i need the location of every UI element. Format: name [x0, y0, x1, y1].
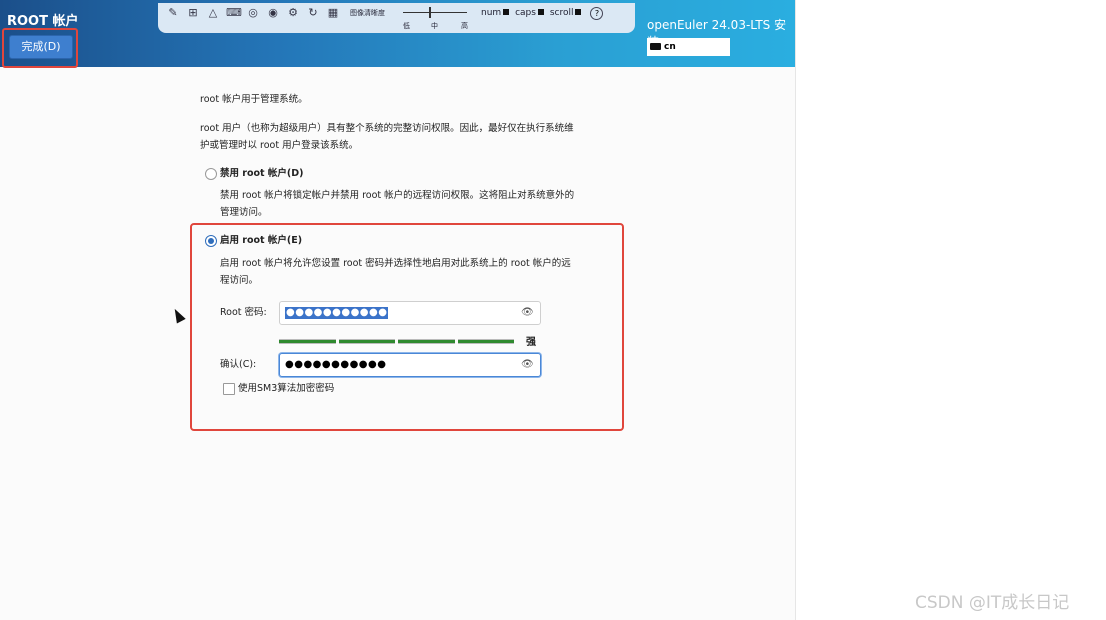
scroll-indicator: scroll — [549, 8, 574, 18]
image-quality-slider[interactable]: 低 中 高 — [403, 6, 468, 30]
show-password-icon[interactable]: 👁 — [521, 308, 534, 318]
vm-console-toolbar: ✎ ⊞ △ ⌨ ◎ ◉ ⚙ ↻ ▦ 图像清晰度 低 中 高 num caps s… — [158, 3, 635, 33]
help-icon[interactable]: ? — [590, 7, 604, 20]
intro-line: root 帐户用于管理系统。 — [200, 94, 308, 105]
disable-root-label[interactable]: 禁用 root 帐户(D) — [220, 165, 303, 182]
num-indicator: num — [481, 8, 502, 18]
keyboard-icon — [650, 43, 661, 50]
keyboard-layout-value: cn — [664, 42, 676, 52]
strength-segment — [338, 339, 395, 344]
page-title: ROOT 帐户 — [7, 14, 79, 29]
disc-icon[interactable]: ◎ — [246, 6, 260, 20]
sm3-label[interactable]: 使用SM3算法加密密码 — [238, 380, 334, 397]
keyboard-icon[interactable]: ⌨ — [226, 6, 242, 20]
slider-thumb[interactable] — [429, 7, 431, 18]
header-bar: ROOT 帐户 完成(D) ✎ ⊞ △ ⌨ ◎ ◉ ⚙ ↻ ▦ 图像清晰度 低 … — [0, 0, 795, 68]
password-strength-bar — [279, 338, 514, 344]
warning-icon[interactable]: △ — [206, 6, 220, 20]
disable-root-radio[interactable] — [205, 168, 217, 180]
disable-root-desc-line1: 禁用 root 帐户将锁定帐户并禁用 root 帐户的远程访问权限。这将阻止对系… — [220, 190, 575, 201]
sm3-checkbox[interactable] — [223, 383, 235, 395]
strength-segment — [457, 339, 514, 344]
keyboard-indicators: num caps scroll — [481, 8, 584, 18]
pin-icon[interactable]: ✎ — [166, 6, 180, 20]
strength-segment — [279, 339, 336, 344]
move-icon[interactable]: ⊞ — [186, 6, 200, 20]
intro-desc-line2: 护或管理时以 root 用户登录该系统。 — [200, 140, 359, 151]
grid-icon[interactable]: ▦ — [326, 6, 340, 20]
mouse-pointer-icon — [170, 306, 186, 324]
enable-root-desc-line1: 启用 root 帐户将允许您设置 root 密码并选择性地启用对此系统上的 ro… — [220, 258, 571, 269]
password-strength-label: 强 — [526, 337, 536, 348]
root-password-value: ●●●●●●●●●●● — [285, 307, 389, 319]
intro-desc-line1: root 用户（也称为超级用户）具有整个系统的完整访问权限。因此，最好仅在执行系… — [200, 123, 574, 134]
keyboard-layout-indicator[interactable]: cn — [647, 38, 730, 56]
enable-root-radio[interactable] — [205, 235, 217, 247]
refresh-icon[interactable]: ↻ — [306, 6, 320, 20]
strength-segment — [398, 339, 455, 344]
confirm-password-label: 确认(C): — [220, 359, 257, 370]
confirm-password-value: ●●●●●●●●●●● — [285, 359, 387, 370]
enable-root-desc-line2: 程访问。 — [220, 275, 259, 286]
quality-low-label: 低 — [403, 22, 410, 30]
confirm-password-field[interactable]: ●●●●●●●●●●● 👁 — [279, 353, 541, 377]
caps-indicator: caps — [515, 8, 536, 18]
root-password-field[interactable]: ●●●●●●●●●●● 👁 — [279, 301, 541, 325]
disable-root-desc-line2: 管理访问。 — [220, 207, 268, 218]
root-account-form: root 帐户用于管理系统。 root 用户（也称为超级用户）具有整个系统的完整… — [0, 67, 795, 620]
enable-root-label[interactable]: 启用 root 帐户(E) — [220, 232, 302, 249]
usb-icon[interactable]: ⚙ — [286, 6, 300, 20]
root-password-label: Root 密码: — [220, 307, 267, 318]
image-quality-label: 图像清晰度 — [350, 9, 385, 17]
quality-high-label: 高 — [461, 22, 468, 30]
installer-window: ROOT 帐户 完成(D) ✎ ⊞ △ ⌨ ◎ ◉ ⚙ ↻ ▦ 图像清晰度 低 … — [0, 0, 796, 620]
watermark: CSDN @IT成长日记 — [915, 593, 1070, 613]
quality-mid-label: 中 — [431, 22, 438, 30]
done-highlight-box — [2, 28, 78, 68]
show-confirm-password-icon[interactable]: 👁 — [521, 360, 534, 370]
save-icon[interactable]: ◉ — [266, 6, 280, 20]
